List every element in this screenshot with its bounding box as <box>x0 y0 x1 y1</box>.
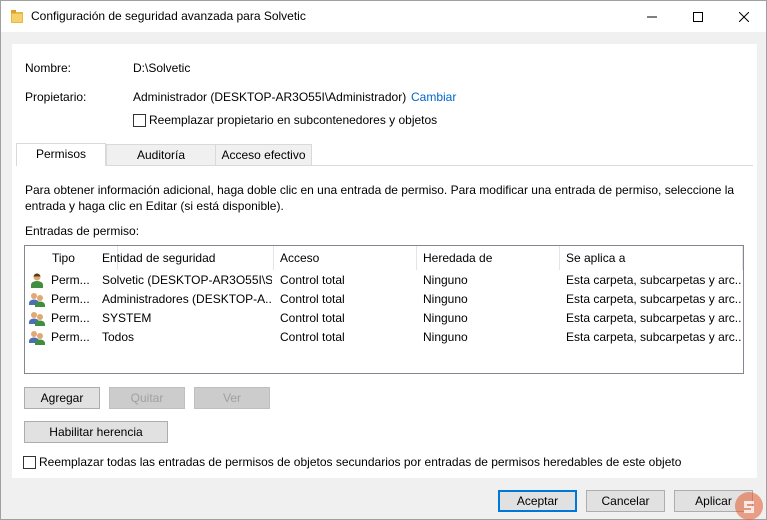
remove-button[interactable]: Quitar <box>109 387 185 409</box>
maximize-button[interactable] <box>675 1 721 32</box>
folder-icon <box>11 10 23 23</box>
dialog-window: Configuración de seguridad avanzada para… <box>0 0 767 520</box>
row-tipo: Perm... <box>51 311 90 325</box>
column-header-entidad[interactable]: Entidad de seguridad <box>96 246 274 270</box>
cancel-button[interactable]: Cancelar <box>586 490 665 512</box>
column-header-acceso[interactable]: Acceso <box>274 246 417 270</box>
row-tipo: Perm... <box>51 273 90 287</box>
row-aplica: Esta carpeta, subcarpetas y arc... <box>566 273 742 287</box>
table-row[interactable]: Perm... Solvetic (DESKTOP-AR3O55I\S... C… <box>25 271 743 290</box>
row-heredada: Ninguno <box>423 311 468 325</box>
row-heredada: Ninguno <box>423 292 468 306</box>
tab-auditoria[interactable]: Auditoría <box>106 144 216 165</box>
row-acceso: Control total <box>280 330 345 344</box>
permissions-description: Para obtener información adicional, haga… <box>25 183 735 213</box>
ok-button[interactable]: Aceptar <box>498 490 577 512</box>
name-label: Nombre: <box>25 61 72 75</box>
maximize-icon <box>693 11 703 22</box>
table-row[interactable]: Perm... Administradores (DESKTOP-A... Co… <box>25 290 743 309</box>
row-heredada: Ninguno <box>423 330 468 344</box>
row-aplica: Esta carpeta, subcarpetas y arc... <box>566 311 742 325</box>
minimize-button[interactable] <box>629 1 675 32</box>
minimize-icon <box>647 16 657 17</box>
window-title: Configuración de seguridad avanzada para… <box>31 9 306 23</box>
close-button[interactable] <box>721 1 767 32</box>
replace-owner-checkbox[interactable] <box>133 114 146 127</box>
table-row[interactable]: Perm... SYSTEM Control total Ninguno Est… <box>25 309 743 328</box>
owner-value: Administrador (DESKTOP-AR3O55I\Administr… <box>133 90 407 104</box>
owner-label: Propietario: <box>25 90 87 104</box>
row-acceso: Control total <box>280 292 345 306</box>
view-button[interactable]: Ver <box>194 387 270 409</box>
row-acceso: Control total <box>280 273 345 287</box>
row-aplica: Esta carpeta, subcarpetas y arc... <box>566 292 742 306</box>
replace-owner-label: Reemplazar propietario en subcontenedore… <box>149 113 438 127</box>
name-value: D:\Solvetic <box>133 61 191 75</box>
column-header-heredada[interactable]: Heredada de <box>417 246 560 270</box>
column-header-aplica[interactable]: Se aplica a <box>560 246 743 270</box>
table-row[interactable]: Perm... Todos Control total Ninguno Esta… <box>25 328 743 347</box>
row-acceso: Control total <box>280 311 345 325</box>
group-users-icon <box>29 312 45 326</box>
row-entidad: Administradores (DESKTOP-A... <box>102 292 272 306</box>
row-aplica: Esta carpeta, subcarpetas y arc... <box>566 330 742 344</box>
change-owner-link[interactable]: Cambiar <box>411 90 456 104</box>
row-entidad: Solvetic (DESKTOP-AR3O55I\S... <box>102 273 272 287</box>
row-tipo: Perm... <box>51 292 90 306</box>
tab-acceso-efectivo[interactable]: Acceso efectivo <box>215 144 312 165</box>
group-users-icon <box>29 293 45 307</box>
replace-all-checkbox[interactable] <box>23 456 36 469</box>
watermark-logo-icon <box>735 492 763 520</box>
close-icon <box>739 11 749 22</box>
enable-inheritance-button[interactable]: Habilitar herencia <box>24 421 168 443</box>
single-user-icon <box>31 273 43 288</box>
row-entidad: SYSTEM <box>102 311 152 325</box>
row-entidad: Todos <box>102 330 135 344</box>
title-bar: Configuración de seguridad avanzada para… <box>1 1 766 32</box>
row-heredada: Ninguno <box>423 273 468 287</box>
entries-label: Entradas de permiso: <box>25 224 140 238</box>
add-button[interactable]: Agregar <box>24 387 100 409</box>
tab-permisos[interactable]: Permisos <box>16 143 106 166</box>
row-tipo: Perm... <box>51 330 90 344</box>
replace-all-label: Reemplazar todas las entradas de permiso… <box>39 455 682 469</box>
permission-entries-list[interactable]: Tipo Entidad de seguridad Acceso Heredad… <box>24 245 744 374</box>
group-users-icon <box>29 331 45 345</box>
